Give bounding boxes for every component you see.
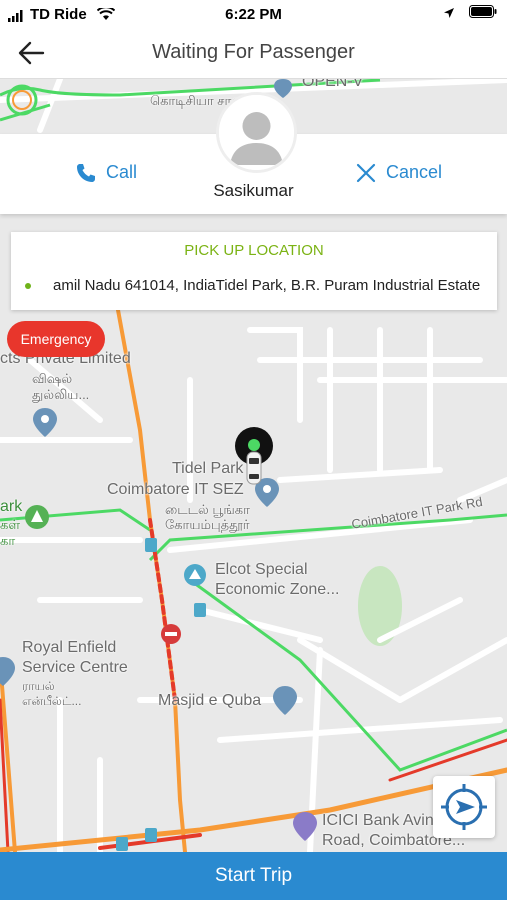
close-icon [356,163,376,182]
map-label-elcot: Elcot Special [215,561,308,578]
cancel-button[interactable]: Cancel [356,162,442,183]
map-label-open-v: OPEN-V [302,79,364,90]
map-label-royal-tamil-2: என்பீல்ட்... [22,694,82,708]
passenger-name: Sasikumar [213,181,294,200]
recenter-button[interactable] [433,776,495,838]
map-label-thulliya: துல்லிய... [32,387,90,402]
start-trip-button[interactable]: Start Trip [0,852,507,900]
map-label-tidel-park: Tidel Park [172,460,244,477]
status-right [443,5,497,18]
map-label-economic-zone: Economic Zone... [215,581,340,598]
pickup-address: amil Nadu 641014, IndiaTidel Park, B.R. … [53,277,481,294]
map-label-masjid: Masjid e Quba [158,692,262,709]
page-title: Waiting For Passenger [152,41,355,63]
map-label-royal-enfield: Royal Enfield [22,639,117,656]
map-label-coimbatore-tamil: கோயம்புத்தூர் [165,517,250,532]
battery-icon [469,5,497,18]
status-bar: TD Ride 6:22 PM [0,0,507,28]
map-label-icici: ICICI Bank Avin [322,812,434,829]
emergency-button[interactable]: Emergency [7,321,105,357]
pickup-location-card: PICK UP LOCATION amil Nadu 641014, India… [11,232,497,310]
map-label-park: ark [0,498,23,515]
map-label-park-tamil-2: கா [0,533,16,548]
call-label: Call [106,162,138,182]
locate-icon [441,784,487,830]
user-icon [219,95,294,170]
pickup-title: PICK UP LOCATION [184,242,324,259]
pickup-dot-icon [25,283,31,289]
nav-bar: Waiting For Passenger [0,28,507,79]
location-arrow-icon [443,6,455,18]
map-label-service-centre: Service Centre [22,659,128,676]
status-time: 6:22 PM [225,6,282,23]
call-button[interactable]: Call [76,162,137,183]
map-label-coimbatore-it-sez: Coimbatore IT SEZ [107,481,244,498]
cancel-label: Cancel [386,162,443,182]
phone-icon [77,163,95,182]
avatar [216,92,297,173]
